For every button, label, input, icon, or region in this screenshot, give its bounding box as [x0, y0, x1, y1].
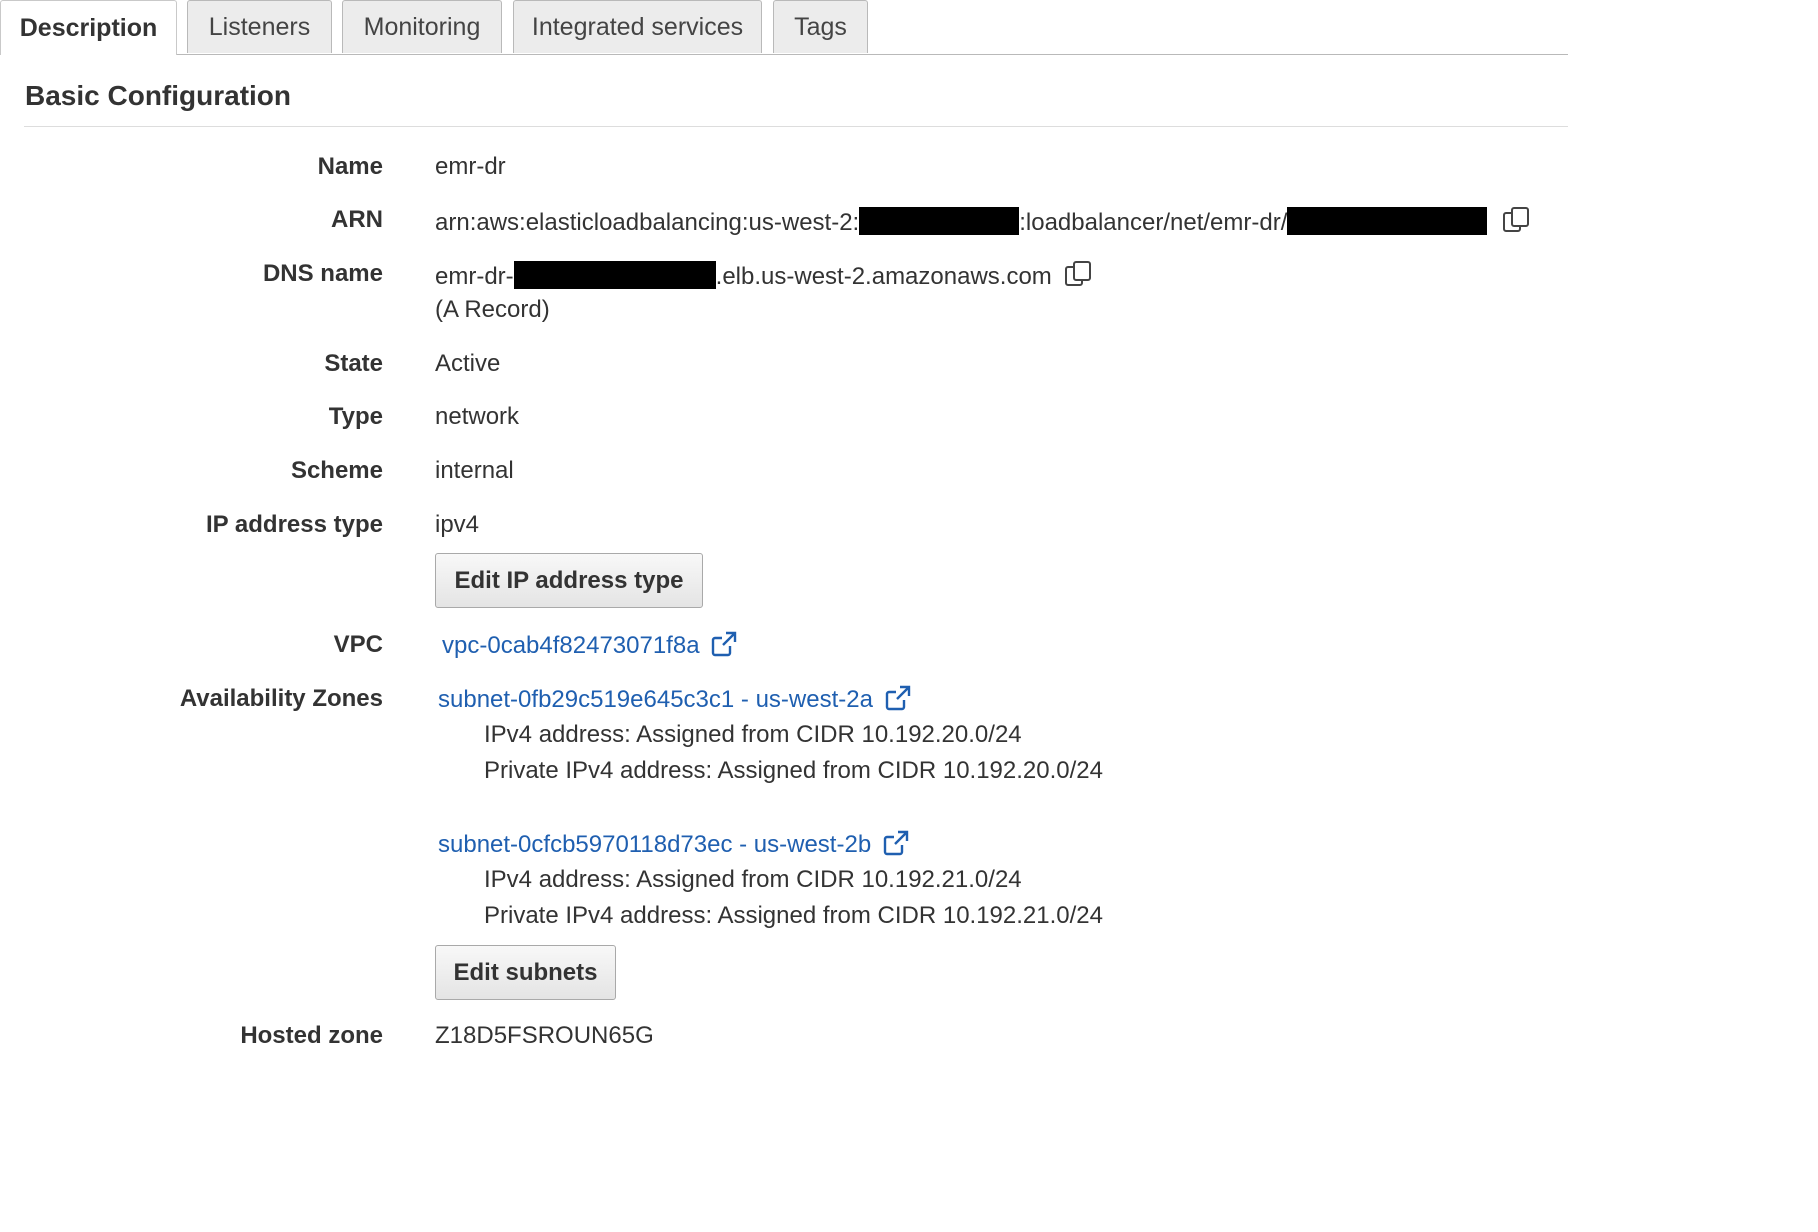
name-value: emr-dr	[435, 153, 506, 180]
redaction-block	[1287, 207, 1488, 235]
scheme-value: internal	[435, 457, 514, 484]
edit-ip-address-type-button[interactable]: Edit IP address type	[435, 553, 703, 608]
tab-monitoring[interactable]: Monitoring	[342, 0, 502, 53]
ip-type-label: IP address type	[206, 511, 383, 538]
dns-value: emr-dr- .elb.us-west-2.amazonaws.com	[435, 260, 1094, 295]
type-value: network	[435, 403, 520, 430]
dns-record-type: (A Record)	[435, 296, 550, 323]
scheme-label: Scheme	[290, 457, 383, 484]
subnet-link-us-west-2b[interactable]: subnet-0cfcb5970118d73ec - us-west-2b	[438, 831, 871, 858]
copy-icon[interactable]	[1502, 206, 1532, 241]
vpc-label: VPC	[333, 631, 383, 658]
section-divider	[24, 126, 1568, 127]
dns-prefix: emr-dr-	[435, 263, 514, 290]
subnet-link-us-west-2a[interactable]: subnet-0fb29c519e645c3c1 - us-west-2a	[438, 686, 873, 713]
subnet-private-ipv4-address: Private IPv4 address: Assigned from CIDR…	[484, 902, 1103, 929]
hosted-zone-label: Hosted zone	[240, 1022, 383, 1049]
redaction-block	[513, 261, 716, 289]
name-label: Name	[317, 153, 383, 180]
arn-prefix: arn:aws:elasticloadbalancing:us-west-2:	[435, 209, 860, 236]
state-value: Active	[435, 350, 501, 377]
subnet-ipv4-address: IPv4 address: Assigned from CIDR 10.192.…	[484, 721, 1022, 748]
tab-listeners[interactable]: Listeners	[187, 0, 332, 53]
arn-value: arn:aws:elasticloadbalancing:us-west-2::…	[435, 206, 1532, 241]
subnet-entry: subnet-0fb29c519e645c3c1 - us-west-2a	[438, 685, 912, 718]
subnet-entry: subnet-0cfcb5970118d73ec - us-west-2b	[438, 830, 910, 863]
subnet-ipv4-address: IPv4 address: Assigned from CIDR 10.192.…	[484, 866, 1022, 893]
vpc-value: vpc-0cab4f82473071f8a	[442, 631, 738, 664]
redaction-block	[859, 207, 1020, 235]
subnet-private-ipv4-address: Private IPv4 address: Assigned from CIDR…	[484, 757, 1103, 784]
arn-middle: :loadbalancer/net/emr-dr/	[1019, 209, 1288, 236]
hosted-zone-value: Z18D5FSROUN65G	[435, 1022, 654, 1049]
section-title: Basic Configuration	[25, 80, 292, 111]
edit-subnets-button[interactable]: Edit subnets	[435, 945, 616, 1000]
tab-tags[interactable]: Tags	[773, 0, 868, 53]
external-link-icon[interactable]	[710, 631, 738, 664]
tab-description[interactable]: Description	[0, 0, 177, 55]
ip-type-value: ipv4	[435, 511, 480, 538]
vpc-link[interactable]: vpc-0cab4f82473071f8a	[442, 632, 700, 659]
dns-label: DNS name	[262, 260, 383, 287]
external-link-icon[interactable]	[884, 685, 912, 718]
external-link-icon[interactable]	[882, 830, 910, 863]
availability-zones-label: Availability Zones	[179, 685, 383, 712]
tab-integrated-services[interactable]: Integrated services	[513, 0, 762, 53]
arn-label: ARN	[331, 206, 383, 233]
type-label: Type	[328, 403, 383, 430]
state-label: State	[324, 350, 383, 377]
copy-icon[interactable]	[1064, 260, 1094, 295]
dns-suffix: .elb.us-west-2.amazonaws.com	[715, 263, 1052, 290]
tab-bar: Description Listeners Monitoring Integra…	[0, 0, 1568, 55]
